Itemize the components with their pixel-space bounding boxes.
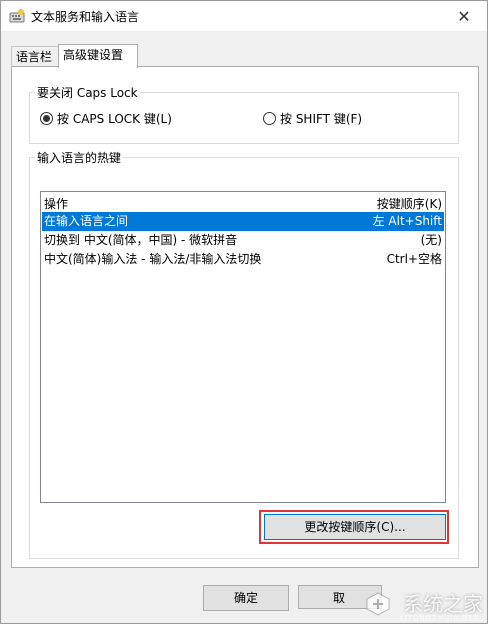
tab-language-bar[interactable]: 语言栏 xyxy=(11,46,61,67)
caps-lock-group-label: 要关闭 Caps Lock xyxy=(35,84,140,101)
list-item[interactable]: 在输入语言之间 左 Alt+Shift xyxy=(42,212,444,231)
list-item[interactable]: 中文(简体)输入法 - 输入法/非输入法切换 Ctrl+空格 xyxy=(42,250,444,269)
radio-shift-key[interactable]: 按 SHIFT 键(F) xyxy=(263,110,362,127)
radio-checked-icon xyxy=(40,112,53,125)
radio-shift-key-label: 按 SHIFT 键(F) xyxy=(280,112,363,126)
window-title: 文本服务和输入语言 xyxy=(31,10,140,24)
ok-button[interactable]: 确定 xyxy=(203,585,289,611)
list-item-action: 中文(简体)输入法 - 输入法/非输入法切换 xyxy=(44,252,262,266)
list-header: 操作 按键顺序(K) xyxy=(41,192,445,212)
tab-panel: 要关闭 Caps Lock 按 CAPS LOCK 键(L) 按 SHIFT 键… xyxy=(11,66,479,568)
hotkeys-list[interactable]: 操作 按键顺序(K) 在输入语言之间 左 Alt+Shift 切换到 中文(简体… xyxy=(40,191,446,503)
column-header-keys: 按键顺序(K) xyxy=(376,197,442,211)
watermark-subtext: XITONGZHIJIA.NET xyxy=(398,614,479,622)
title-bar[interactable]: 文本服务和输入语言 ✕ xyxy=(1,1,487,31)
list-item-keys: Ctrl+空格 xyxy=(386,252,442,266)
column-header-action: 操作 xyxy=(44,197,69,211)
radio-caps-lock-key[interactable]: 按 CAPS LOCK 键(L) xyxy=(40,110,172,127)
radio-unchecked-icon xyxy=(263,112,276,125)
list-item-keys: 左 Alt+Shift xyxy=(372,214,442,228)
list-item-action: 在输入语言之间 xyxy=(44,214,129,228)
close-icon[interactable]: ✕ xyxy=(441,1,487,31)
hotkeys-group-label: 输入语言的热键 xyxy=(35,149,124,166)
highlight-box xyxy=(259,510,449,544)
keyboard-settings-icon xyxy=(9,9,25,23)
list-item[interactable]: 切换到 中文(简体，中国) - 微软拼音 (无) xyxy=(42,231,444,250)
list-item-action: 切换到 中文(简体，中国) - 微软拼音 xyxy=(44,233,238,247)
list-item-keys: (无) xyxy=(420,233,442,247)
watermark-logo-icon xyxy=(366,592,390,616)
radio-caps-lock-key-label: 按 CAPS LOCK 键(L) xyxy=(57,112,172,126)
dialog-window: 文本服务和输入语言 ✕ 语言栏 高级键设置 要关闭 Caps Lock 按 CA… xyxy=(0,0,488,624)
caps-lock-group: 要关闭 Caps Lock 按 CAPS LOCK 键(L) 按 SHIFT 键… xyxy=(29,84,459,144)
tab-advanced-key-settings[interactable]: 高级键设置 xyxy=(58,44,138,68)
watermark-text: 系统之家 xyxy=(403,592,483,616)
